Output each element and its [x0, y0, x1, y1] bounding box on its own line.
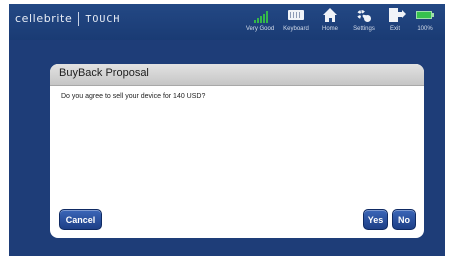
signal-icon [250, 7, 270, 23]
exit-button[interactable]: Exit [384, 6, 406, 38]
home-icon [320, 7, 340, 23]
brand-name: cellebrite [15, 12, 73, 25]
keyboard-button[interactable]: Keyboard [281, 6, 311, 38]
signal-label: Very Good [245, 26, 275, 32]
battery-icon [415, 7, 435, 23]
dialog-header: BuyBack Proposal [50, 64, 424, 86]
home-button[interactable]: Home [318, 6, 342, 38]
battery-status: 100% [413, 6, 437, 38]
keyboard-icon [286, 7, 306, 23]
home-label: Home [321, 26, 338, 32]
brand-product: TOUCH [85, 14, 121, 25]
buyback-dialog: BuyBack Proposal Do you agree to sell yo… [50, 64, 424, 238]
dialog-title: BuyBack Proposal [59, 67, 149, 79]
settings-icon [354, 7, 374, 23]
brand-logo: cellebrite TOUCH [15, 10, 120, 28]
brand-divider [78, 12, 80, 26]
signal-status: Very Good [245, 6, 275, 38]
keyboard-label: Keyboard [283, 26, 309, 32]
settings-label: Settings [353, 26, 375, 32]
app-screen: cellebrite TOUCH Very Good Keyboard Home… [9, 4, 445, 256]
settings-button[interactable]: Settings [351, 6, 377, 38]
dialog-message: Do you agree to sell your device for 140… [61, 93, 206, 100]
yes-button[interactable]: Yes [363, 209, 388, 230]
top-bar: cellebrite TOUCH Very Good Keyboard Home… [9, 4, 445, 40]
exit-icon [385, 7, 406, 23]
no-button[interactable]: No [392, 209, 416, 230]
exit-label: Exit [389, 26, 400, 32]
battery-label: 100% [417, 26, 433, 32]
cancel-button[interactable]: Cancel [59, 209, 102, 230]
